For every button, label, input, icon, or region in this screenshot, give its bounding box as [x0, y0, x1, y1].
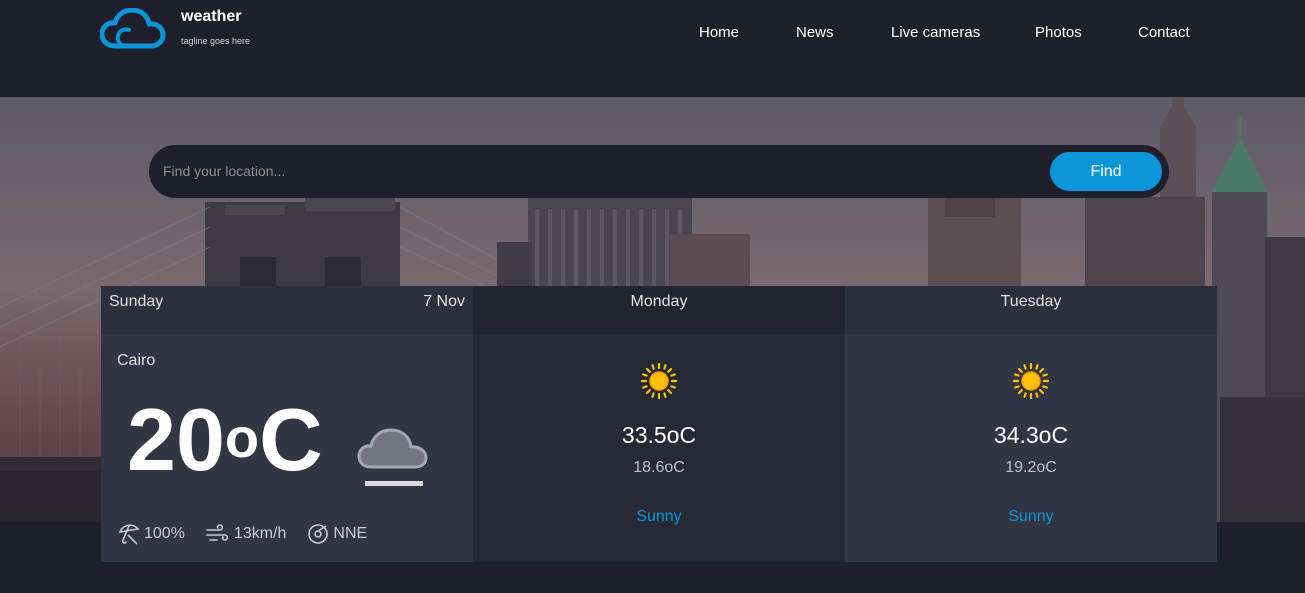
- max-temp-unit: oC: [1038, 422, 1069, 448]
- current-temp-value: 20: [127, 390, 225, 489]
- day-name: Tuesday: [1000, 293, 1062, 310]
- wind-speed-stat: 13km/h: [205, 522, 286, 546]
- today-header: Sunday 7 Nov: [101, 286, 473, 334]
- max-temp-value: 33.5: [621, 422, 667, 448]
- today-day-name: Sunday: [109, 293, 164, 310]
- humidity-stat: 100%: [117, 522, 185, 546]
- min-temperature: 18.6oC: [473, 459, 845, 477]
- current-temperature: 20oC: [127, 390, 323, 490]
- weather-condition: Sunny: [636, 508, 682, 525]
- find-button[interactable]: Find: [1050, 152, 1162, 191]
- day-name: Monday: [630, 293, 688, 310]
- site-header: weather tagline goes here Home News Live…: [0, 0, 1305, 97]
- location-name: Cairo: [117, 352, 156, 369]
- wind-direction-stat: NNE: [306, 522, 367, 546]
- min-temp-unit: oC: [1036, 459, 1057, 476]
- forecast-today: Sunday 7 Nov Cairo 20oC 100% 13km/h NNE: [101, 286, 473, 562]
- day-header: Monday: [473, 286, 845, 334]
- current-temp-degree: o: [224, 406, 260, 469]
- main-nav: Home News Live cameras Photos Contact: [0, 24, 1305, 44]
- nav-contact[interactable]: Contact: [1138, 24, 1190, 41]
- compass-icon: [308, 524, 329, 544]
- wind-direction-value: NNE: [333, 525, 368, 542]
- today-date: 7 Nov: [423, 293, 465, 310]
- min-temp-unit: oC: [664, 459, 685, 476]
- current-stats: 100% 13km/h NNE: [117, 522, 387, 546]
- max-temperature: 34.3oC: [845, 422, 1217, 449]
- forecast-day: Tuesday 34.3oC 19.2oC Sunny: [845, 286, 1217, 562]
- max-temperature: 33.5oC: [473, 422, 845, 449]
- wind-icon: [206, 524, 228, 541]
- sun-icon: [1012, 362, 1050, 400]
- max-temp-value: 34.3: [993, 422, 1039, 448]
- humidity-value: 100%: [144, 525, 185, 542]
- nav-photos[interactable]: Photos: [1035, 24, 1082, 41]
- forecast-day: Monday 33.5oC 18.6oC Sunny: [473, 286, 845, 562]
- nav-news[interactable]: News: [796, 24, 834, 41]
- current-temp-unit: C: [259, 390, 323, 489]
- sun-icon: [640, 362, 678, 400]
- search-input[interactable]: [163, 158, 1043, 184]
- wind-speed-value: 13km/h: [233, 525, 287, 542]
- forecast-panel: Sunday 7 Nov Cairo 20oC 100% 13km/h NNE …: [101, 286, 1217, 562]
- umbrella-icon: [118, 524, 140, 545]
- nav-home[interactable]: Home: [699, 24, 739, 41]
- cloud-fog-icon: [357, 428, 428, 486]
- day-header: Tuesday: [845, 286, 1217, 334]
- min-temp-value: 19.2: [1005, 459, 1037, 476]
- location-search: Find: [149, 145, 1169, 198]
- min-temp-value: 18.6: [633, 459, 665, 476]
- max-temp-unit: oC: [666, 422, 697, 448]
- weather-condition: Sunny: [1008, 508, 1054, 525]
- nav-live-cameras[interactable]: Live cameras: [891, 24, 980, 41]
- min-temperature: 19.2oC: [845, 459, 1217, 477]
